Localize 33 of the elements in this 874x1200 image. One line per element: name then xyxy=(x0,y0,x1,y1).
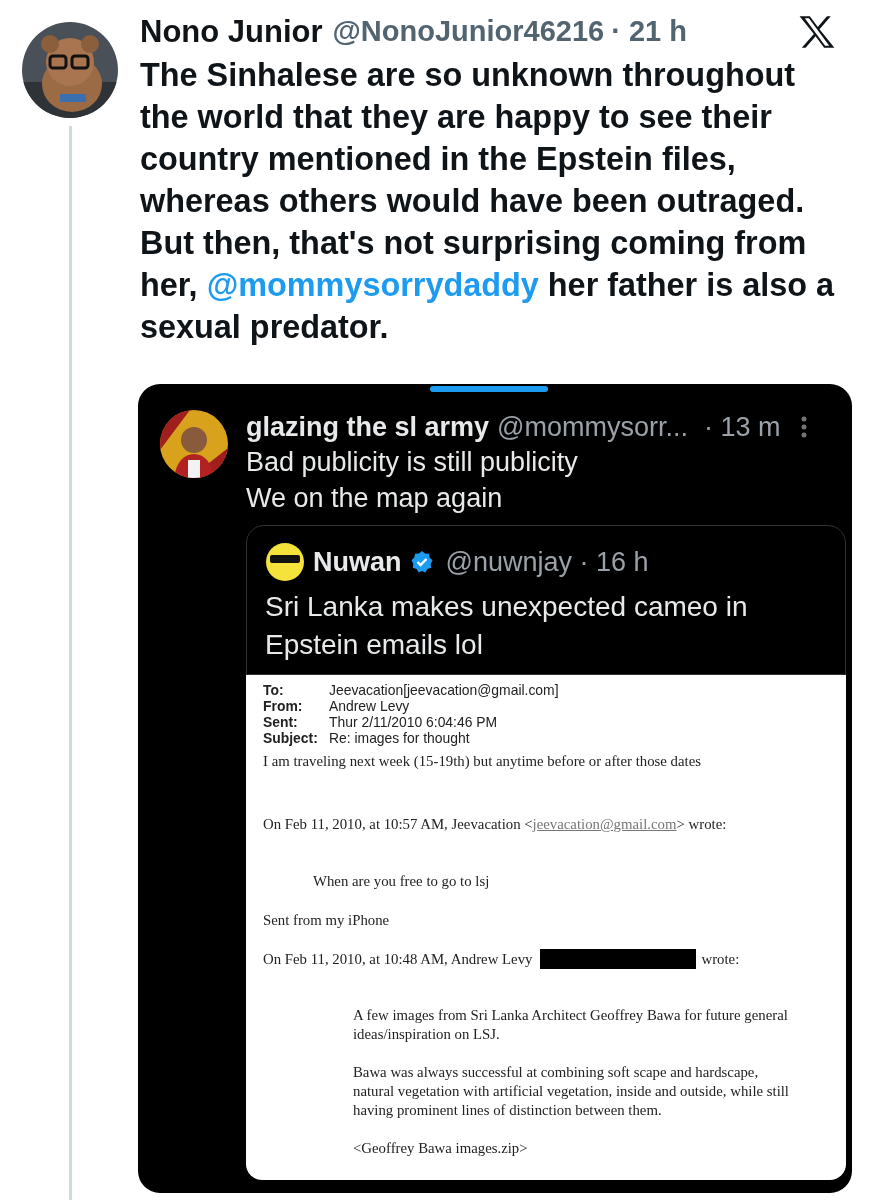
author-name[interactable]: Nuwan xyxy=(313,541,402,583)
email-text: On Feb 11, 2010, at 10:48 AM, Andrew Levy xyxy=(263,949,533,969)
email-text: Sent from my iPhone xyxy=(263,910,391,930)
email-text: On Feb 11, 2010, at 10:57 AM, Jeevacation <jeevacation@gmail.com> wrote: xyxy=(263,815,728,835)
header-value: Andrew Levy xyxy=(329,698,411,714)
header-value: Re: images for thought xyxy=(329,730,471,746)
header-label: To: xyxy=(263,682,285,698)
author-handle[interactable]: @nuwnjay · 16 h xyxy=(445,541,649,583)
author-handle[interactable]: @NonoJunior46216 xyxy=(332,10,605,54)
header-value: Thur 2/11/2010 6:04:46 PM xyxy=(329,714,499,730)
email-text: Bawa was always successful at combining soft scape and hardscape, natural vegetation with artificial vegetation, inside and outside, while still having prominent lines of distinction between them. xyxy=(353,1062,789,1120)
avatar-icon xyxy=(265,542,305,582)
email-text: <Geoffrey Bawa images.zip> xyxy=(353,1138,529,1158)
header-label: Subject: xyxy=(263,730,319,746)
author-name[interactable]: glazing the sl army xyxy=(246,406,490,448)
email-text: I am traveling next week (15-19th) but anytime before or after those dates xyxy=(263,752,702,771)
author-handle[interactable]: @mommysorr... xyxy=(497,406,688,448)
post-text: Bad publicity is still publicity xyxy=(246,446,579,479)
email-text: A few images from Sri Lanka Architect Geoffrey Bawa for future general ideas/inspiration on LSJ. xyxy=(353,1005,789,1044)
email-text: wrote: xyxy=(701,949,740,969)
email-link[interactable]: jeevacation@gmail.com xyxy=(532,816,677,833)
header-label: From: xyxy=(263,698,304,714)
author-name[interactable]: Nono Junior xyxy=(140,8,323,56)
header-value: Jeevacation[jeevacation@gmail.com] xyxy=(329,682,560,698)
more-icon[interactable] xyxy=(800,416,807,438)
post-time: · 13 m xyxy=(704,410,781,444)
x-logo-icon xyxy=(798,14,836,50)
post-text: We on the map again xyxy=(246,482,504,515)
header-label: Sent: xyxy=(263,714,299,730)
quoted-post-text: Sri Lanka makes unexpected cameo in Epstein emails lol xyxy=(265,590,749,662)
email-text: When are you free to go to lsj xyxy=(313,872,491,892)
post-time: · 21 h xyxy=(611,14,687,50)
post-text: The Sinhalese are so unknown throughout the world that they are happy to see their country mentioned in the Epstein files, whereas others would have been outraged. But then, that's not surprising coming from her, @mommysorrydaddy her father is also a sexual predator. xyxy=(140,56,836,347)
